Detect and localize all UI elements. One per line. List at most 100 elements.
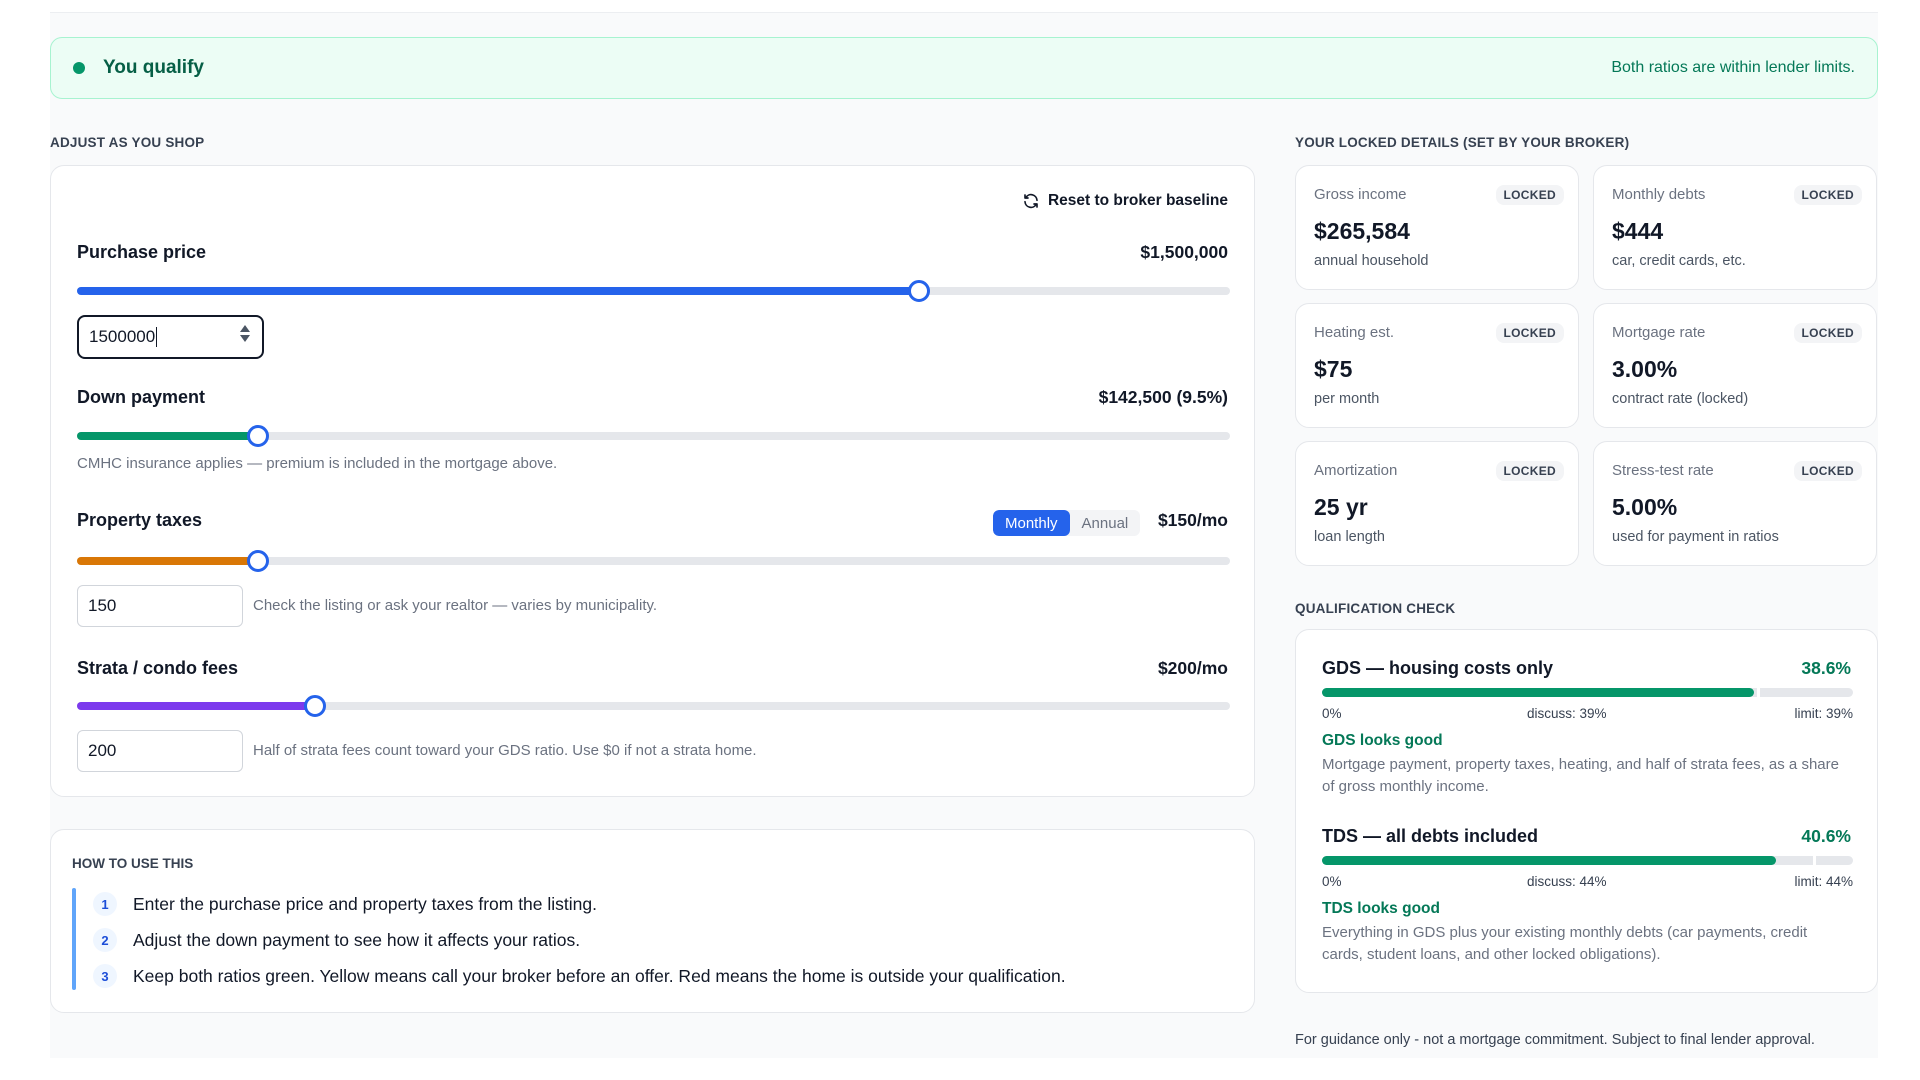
- locked-card-value: $265,584: [1314, 218, 1410, 244]
- tds-scale-min: 0%: [1322, 874, 1342, 889]
- property-taxes-input[interactable]: 150: [77, 585, 243, 627]
- property-taxes-input-value: 150: [88, 596, 117, 615]
- locked-badge: LOCKED: [1495, 323, 1564, 343]
- reset-label: Reset to broker baseline: [1047, 192, 1228, 209]
- property-taxes-slider-fill: [77, 557, 259, 565]
- tax-toggle-annual[interactable]: Annual: [1070, 510, 1141, 536]
- step-text: Keep both ratios green. Yellow means cal…: [133, 965, 1066, 986]
- locked-card-value: 5.00%: [1612, 494, 1678, 520]
- tds-scale-discuss: discuss: 44%: [1527, 874, 1607, 889]
- locked-card-label: Stress-test rate: [1612, 462, 1714, 479]
- gds-status: GDS looks good: [1322, 732, 1443, 749]
- down-payment-slider-thumb[interactable]: [247, 425, 270, 447]
- step-number: 2: [93, 928, 117, 952]
- property-taxes-value: $150/mo: [1157, 510, 1228, 530]
- down-payment-slider[interactable]: [77, 425, 1230, 447]
- step-text: Adjust the down payment to see how it af…: [133, 929, 581, 950]
- purchase-price-input-value: 1500000: [89, 327, 156, 346]
- locked-card-mortgage-rate: Mortgage rate LOCKED 3.00% contract rate…: [1593, 303, 1877, 428]
- locked-card-amortization: Amortization LOCKED 25 yr loan length: [1295, 441, 1579, 566]
- tds-bar: [1322, 855, 1853, 866]
- step-text: Enter the purchase price and property ta…: [133, 893, 597, 914]
- locked-card-sub: used for payment in ratios: [1612, 529, 1779, 545]
- locked-card-sub: annual household: [1314, 253, 1429, 269]
- how-to-accent-bar: [72, 888, 76, 990]
- property-taxes-hint: Check the listing or ask your realtor — …: [253, 597, 658, 614]
- gds-description: Mortgage payment, property taxes, heatin…: [1322, 756, 1839, 795]
- how-to-card: HOW TO USE THIS 1 Enter the purchase pri…: [50, 829, 1255, 1013]
- locked-card-gross-income: Gross income LOCKED $265,584 annual hous…: [1295, 165, 1579, 290]
- adjust-section-label: ADJUST AS YOU SHOP: [50, 135, 205, 150]
- locked-card-sub: loan length: [1314, 529, 1385, 545]
- how-to-title: HOW TO USE THIS: [72, 856, 194, 871]
- tds-bar-fill: [1322, 856, 1776, 865]
- down-payment-hint: CMHC insurance applies — premium is incl…: [77, 455, 558, 472]
- locked-card-label: Heating est.: [1314, 324, 1395, 341]
- tds-percentage: 40.6%: [1801, 826, 1851, 846]
- strata-fees-value: $200/mo: [1157, 658, 1228, 678]
- tax-period-toggle: Monthly Annual: [993, 510, 1141, 536]
- locked-badge: LOCKED: [1793, 185, 1862, 205]
- locked-card-value: 3.00%: [1612, 356, 1678, 382]
- spin-up-icon[interactable]: [240, 325, 250, 332]
- locked-card-stress-test-rate: Stress-test rate LOCKED 5.00% used for p…: [1593, 441, 1877, 566]
- tds-status: TDS looks good: [1322, 900, 1440, 917]
- banner-note: Both ratios are within lender limits.: [1611, 59, 1855, 76]
- purchase-price-input[interactable]: 1500000: [77, 315, 264, 359]
- gds-title: GDS — housing costs only: [1322, 658, 1554, 678]
- purchase-price-value: $1,500,000: [1140, 242, 1228, 262]
- strata-fees-slider[interactable]: [77, 695, 1230, 717]
- tds-bar-marker: [1812, 855, 1816, 866]
- down-payment-label: Down payment: [77, 387, 206, 407]
- property-taxes-slider[interactable]: [77, 550, 1230, 572]
- down-payment-slider-fill: [77, 432, 259, 440]
- property-taxes-label: Property taxes: [77, 510, 203, 530]
- property-taxes-slider-thumb[interactable]: [247, 550, 270, 572]
- gds-scale-min: 0%: [1322, 706, 1342, 721]
- strata-fees-input[interactable]: 200: [77, 730, 243, 772]
- step-number: 3: [93, 964, 117, 988]
- strata-fees-slider-fill: [77, 702, 315, 710]
- locked-card-label: Mortgage rate: [1612, 324, 1706, 341]
- gds-bar: [1322, 687, 1853, 698]
- strata-fees-input-value: 200: [88, 741, 117, 760]
- spin-down-icon[interactable]: [240, 335, 250, 342]
- strata-fees-slider-thumb[interactable]: [303, 695, 326, 717]
- down-payment-value: $142,500 (9.5%): [1098, 387, 1228, 407]
- strata-fees-hint: Half of strata fees count toward your GD…: [253, 742, 757, 759]
- gds-bar-fill: [1322, 688, 1754, 697]
- locked-card-value: $444: [1612, 218, 1664, 244]
- qualification-card: GDS — housing costs only 38.6% 0% discus…: [1295, 629, 1878, 993]
- banner-title: You qualify: [103, 57, 204, 78]
- tds-description: Everything in GDS plus your existing mon…: [1322, 924, 1808, 963]
- qualification-section-label: QUALIFICATION CHECK: [1295, 601, 1456, 616]
- page: You qualify Both ratios are within lende…: [50, 12, 1878, 1058]
- locked-badge: LOCKED: [1793, 461, 1862, 481]
- purchase-price-slider-fill: [77, 287, 919, 295]
- locked-card-label: Monthly debts: [1612, 186, 1706, 203]
- locked-badge: LOCKED: [1793, 323, 1862, 343]
- locked-card-label: Gross income: [1314, 186, 1407, 203]
- strata-fees-label: Strata / condo fees: [77, 658, 239, 678]
- gds-scale-discuss: discuss: 39%: [1527, 706, 1607, 721]
- locked-card-value: 25 yr: [1314, 494, 1368, 520]
- locked-card-sub: contract rate (locked): [1612, 391, 1749, 407]
- tax-toggle-monthly[interactable]: Monthly: [993, 510, 1070, 536]
- locked-badge: LOCKED: [1495, 461, 1564, 481]
- disclaimer: For guidance only - not a mortgage commi…: [1295, 1032, 1815, 1048]
- purchase-price-spinner[interactable]: [240, 325, 250, 342]
- locked-card-value: $75: [1314, 356, 1353, 382]
- purchase-price-slider-thumb[interactable]: [907, 280, 930, 302]
- how-to-step: 2 Adjust the down payment to see how it …: [93, 928, 580, 952]
- refresh-icon: [1024, 193, 1038, 209]
- purchase-price-slider[interactable]: [77, 280, 1230, 302]
- locked-card-monthly-debts: Monthly debts LOCKED $444 car, credit ca…: [1593, 165, 1877, 290]
- tds-scale-limit: limit: 44%: [1794, 874, 1853, 889]
- purchase-price-label: Purchase price: [77, 242, 207, 262]
- locked-badge: LOCKED: [1495, 185, 1564, 205]
- status-dot-icon: [73, 62, 85, 74]
- reset-button[interactable]: Reset to broker baseline: [1022, 192, 1228, 210]
- how-to-step: 3 Keep both ratios green. Yellow means c…: [93, 964, 1066, 988]
- gds-scale-limit: limit: 39%: [1794, 706, 1853, 721]
- gds-percentage: 38.6%: [1801, 658, 1851, 678]
